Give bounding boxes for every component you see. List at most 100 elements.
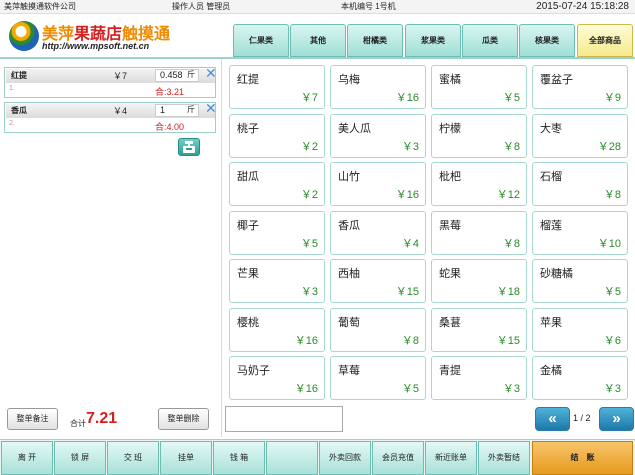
product-tile[interactable]: 山竹 ￥16 <box>330 162 426 206</box>
double-chevron-left-icon[interactable]: « <box>535 407 570 431</box>
scale-button[interactable] <box>178 138 200 156</box>
checkout-button[interactable]: 结 账 <box>532 441 633 475</box>
product-tile[interactable]: 美人瓜 ￥3 <box>330 113 426 158</box>
product-tile[interactable]: 草莓 ￥5 <box>330 356 426 400</box>
product-name: 樱桃 <box>237 316 259 329</box>
logo-mark-icon <box>9 21 39 51</box>
product-tile[interactable]: 芒果 ￥3 <box>229 259 325 303</box>
delete-order-button[interactable]: 整单删除 <box>158 408 209 430</box>
tab-melon[interactable]: 瓜类 <box>462 24 518 57</box>
product-name: 榴莲 <box>540 219 562 232</box>
product-tile[interactable]: 青提 ￥3 <box>431 356 527 400</box>
product-tile[interactable]: 蜜橘 ￥5 <box>431 65 527 109</box>
top-info-bar: 美萍触摸通软件公司 操作人员 管理员 本机编号 1号机 2015-07-24 1… <box>0 0 635 14</box>
product-name: 覆盆子 <box>540 74 573 86</box>
close-icon[interactable]: ✕ <box>205 101 217 115</box>
product-name: 草莓 <box>338 365 360 377</box>
product-tile[interactable]: 甜瓜 ￥2 <box>229 162 325 206</box>
product-name: 苹果 <box>540 316 562 329</box>
product-tile[interactable]: 砂糖橘 ￥5 <box>532 259 628 303</box>
product-tile[interactable]: 香瓜 ￥4 <box>330 210 426 255</box>
product-price: ￥28 <box>597 140 621 153</box>
product-tile[interactable]: 枇杷 ￥12 <box>431 162 527 206</box>
product-price: ￥5 <box>300 237 318 250</box>
product-price: ￥8 <box>502 237 520 250</box>
tab-berry[interactable]: 浆果类 <box>405 24 461 57</box>
takeout-settle-button[interactable]: 外卖暂结 <box>478 441 530 475</box>
takeout-payment-button[interactable]: 外卖回款 <box>319 441 371 475</box>
product-tile[interactable]: 柠檬 ￥8 <box>431 113 527 158</box>
app-logo: 美萍果蔬店触摸通 http://www.mpsoft.net.cn <box>6 17 221 59</box>
product-tile[interactable]: 覆盆子 ￥9 <box>532 65 628 109</box>
product-name: 大枣 <box>540 122 562 135</box>
cash-drawer-button[interactable]: 钱 箱 <box>213 441 265 475</box>
order-item-name: 香瓜 <box>11 106 27 115</box>
product-tile[interactable]: 乌梅 ￥16 <box>330 65 426 109</box>
product-tile[interactable]: 金橘 ￥3 <box>532 356 628 400</box>
product-price: ￥16 <box>294 383 318 395</box>
product-tile[interactable]: 西柚 ￥15 <box>330 259 426 303</box>
order-index: 2. <box>9 120 15 127</box>
member-recharge-button[interactable]: 会员充值 <box>372 441 424 475</box>
logo-url: http://www.mpsoft.net.cn <box>42 41 150 51</box>
lock-screen-button[interactable]: 锁 屏 <box>54 441 106 475</box>
product-price: ￥15 <box>496 334 520 347</box>
datetime: 2015-07-24 15:18:28 <box>536 1 629 12</box>
product-tile[interactable]: 蛇果 ￥18 <box>431 259 527 303</box>
function-bar: 离 开 锁 屏 交 班 挂单 钱 箱 外卖回款 会员充值 新近账单 外卖暂结 结… <box>0 439 635 475</box>
product-name: 芒果 <box>237 268 259 280</box>
product-price: ￥16 <box>294 334 318 347</box>
shift-handover-button[interactable]: 交 班 <box>107 441 159 475</box>
tab-stone-fruit[interactable]: 核果类 <box>519 24 575 57</box>
order-unit: 斤 <box>187 70 195 79</box>
order-panel: 红提 ￥7 0.458 斤 1. 合:3.21 ✕ 香瓜 ￥4 1 斤 2. 合… <box>0 59 222 437</box>
product-tile[interactable]: 黑莓 ￥8 <box>431 210 527 255</box>
product-tile[interactable]: 大枣 ￥28 <box>532 113 628 158</box>
total-value: 7.21 <box>86 410 118 427</box>
tab-other[interactable]: 其他 <box>290 24 346 57</box>
product-price: ￥6 <box>603 334 621 347</box>
product-name: 蛇果 <box>439 268 461 280</box>
exit-button[interactable]: 离 开 <box>1 441 53 475</box>
product-tile[interactable]: 榴莲 ￥10 <box>532 210 628 255</box>
hold-order-button[interactable]: 挂单 <box>160 441 212 475</box>
product-tile[interactable]: 樱桃 ￥16 <box>229 307 325 352</box>
search-input[interactable] <box>225 406 343 432</box>
product-name: 桑葚 <box>439 316 461 329</box>
category-tabs: 仁果类 其他 柑橘类 浆果类 瓜类 核果类 全部商品 <box>233 24 635 57</box>
close-icon[interactable]: ✕ <box>205 66 217 80</box>
order-note-button[interactable]: 整单备注 <box>7 408 58 430</box>
tab-citrus[interactable]: 柑橘类 <box>347 24 403 57</box>
product-name: 椰子 <box>237 219 259 232</box>
empty-function-button[interactable] <box>266 441 318 475</box>
product-tile[interactable]: 葡萄 ￥8 <box>330 307 426 352</box>
order-item-name: 红提 <box>11 71 27 80</box>
pager: « 1 / 2 » <box>535 407 635 433</box>
order-line[interactable]: 红提 ￥7 0.458 斤 1. 合:3.21 ✕ <box>4 66 217 98</box>
product-tile[interactable]: 马奶子 ￥16 <box>229 356 325 400</box>
order-footer: 整单备注 合计 7.21 整单删除 <box>0 405 222 437</box>
product-tile[interactable]: 桑葚 ￥15 <box>431 307 527 352</box>
double-chevron-right-icon[interactable]: » <box>599 407 634 431</box>
product-price: ￥8 <box>502 140 520 153</box>
recent-bills-button[interactable]: 新近账单 <box>425 441 477 475</box>
product-name: 红提 <box>237 74 259 86</box>
product-name: 马奶子 <box>237 365 270 377</box>
product-tile[interactable]: 红提 ￥7 <box>229 65 325 109</box>
product-name: 金橘 <box>540 365 562 377</box>
tab-pome[interactable]: 仁果类 <box>233 24 289 57</box>
order-line[interactable]: 香瓜 ￥4 1 斤 2. 合:4.00 ✕ <box>4 101 217 133</box>
operator-label: 操作人员 管理员 <box>172 2 231 11</box>
product-tile[interactable]: 桃子 ￥2 <box>229 113 325 158</box>
product-price: ￥3 <box>300 286 318 298</box>
product-price: ￥9 <box>603 92 621 104</box>
product-name: 柠檬 <box>439 122 461 135</box>
product-tile[interactable]: 石榴 ￥8 <box>532 162 628 206</box>
tab-all-products[interactable]: 全部商品 <box>577 24 633 57</box>
product-name: 美人瓜 <box>338 122 371 135</box>
product-tile[interactable]: 椰子 ￥5 <box>229 210 325 255</box>
product-tile[interactable]: 苹果 ￥6 <box>532 307 628 352</box>
product-price: ￥12 <box>496 189 520 201</box>
order-item-price: ￥7 <box>113 71 128 81</box>
product-name: 枇杷 <box>439 171 461 183</box>
